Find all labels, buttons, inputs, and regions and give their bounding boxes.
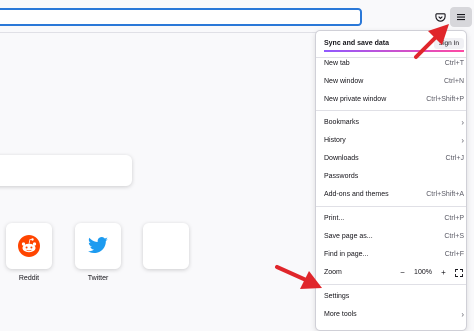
twitter-icon [88,237,108,254]
menu-item-find-in-page[interactable]: Find in page... Ctrl+F [324,247,464,262]
menu-item-label: Find in page... [324,251,369,258]
pocket-icon [434,12,446,22]
menu-item-more-tools[interactable]: More tools › [324,307,464,322]
sign-in-button[interactable]: Sign In [433,38,464,49]
menu-separator [316,284,466,285]
menu-item-label: Settings [324,293,350,300]
menu-item-save-page[interactable]: Save page as... Ctrl+S [324,229,464,244]
menu-item-print[interactable]: Print... Ctrl+P [324,211,464,226]
sync-row[interactable]: Sync and save data Sign In [324,36,464,51]
menu-separator [316,110,466,111]
toolbar-divider [0,32,316,33]
menu-item-shortcut: Ctrl+T [444,60,464,67]
sync-accent-line [324,50,464,52]
zoom-label: Zoom [324,269,342,276]
reddit-icon [18,235,40,257]
app-menu-panel: Sync and save data Sign In New tab Ctrl+… [315,30,467,331]
fullscreen-icon [454,268,463,277]
chevron-right-icon: › [461,310,464,319]
menu-item-downloads[interactable]: Downloads Ctrl+J [324,151,464,166]
menu-item-label: History [324,137,346,144]
zoom-out-button[interactable]: − [397,267,408,278]
chevron-right-icon: › [461,118,464,127]
menu-item-shortcut: Ctrl+Shift+P [426,96,464,103]
menu-item-shortcut: Ctrl+N [443,78,464,85]
shortcut-label-twitter: Twitter [87,275,109,282]
browser-toolbar [0,0,474,33]
menu-item-label: Bookmarks [324,119,360,126]
pocket-button[interactable] [429,7,451,27]
menu-item-new-tab[interactable]: New tab Ctrl+T [324,56,464,71]
shortcut-tile-empty[interactable] [143,223,189,269]
open-menu-button[interactable] [450,7,472,27]
menu-item-label: New window [324,78,364,85]
hamburger-menu-icon [457,14,465,21]
shortcut-tile-twitter[interactable] [75,223,121,269]
menu-item-label: Downloads [324,155,359,162]
menu-item-shortcut: Ctrl+J [445,155,464,162]
menu-item-label: More tools [324,311,357,318]
menu-item-label: Passwords [324,173,359,180]
zoom-controls: − 100% + [397,267,464,278]
menu-item-history[interactable]: History › [324,133,464,148]
zoom-level[interactable]: 100% [412,269,434,276]
sync-label: Sync and save data [324,40,389,47]
menu-separator [316,206,466,207]
menu-item-shortcut: Ctrl+P [444,215,464,222]
menu-item-new-window[interactable]: New window Ctrl+N [324,74,464,89]
menu-item-bookmarks[interactable]: Bookmarks › [324,115,464,130]
menu-item-zoom: Zoom − 100% + [324,265,464,280]
menu-item-passwords[interactable]: Passwords [324,169,464,184]
fullscreen-button[interactable] [453,267,464,278]
chevron-right-icon: › [461,136,464,145]
menu-item-shortcut: Ctrl+F [444,251,464,258]
menu-item-label: Add-ons and themes [324,191,389,198]
menu-item-shortcut: Ctrl+Shift+A [426,191,464,198]
url-bar[interactable] [0,8,362,26]
menu-item-label: New tab [324,60,350,67]
menu-item-label: New private window [324,96,387,103]
menu-item-settings[interactable]: Settings [324,289,464,304]
menu-item-new-private-window[interactable]: New private window Ctrl+Shift+P [324,92,464,107]
menu-item-addons-themes[interactable]: Add-ons and themes Ctrl+Shift+A [324,187,464,202]
menu-item-shortcut: Ctrl+S [444,233,464,240]
menu-item-label: Save page as... [324,233,373,240]
newtab-search-box[interactable] [0,155,132,186]
menu-item-label: Print... [324,215,345,222]
shortcut-tile-reddit[interactable] [6,223,52,269]
zoom-in-button[interactable]: + [438,267,449,278]
shortcut-label-reddit: Reddit [18,275,40,282]
